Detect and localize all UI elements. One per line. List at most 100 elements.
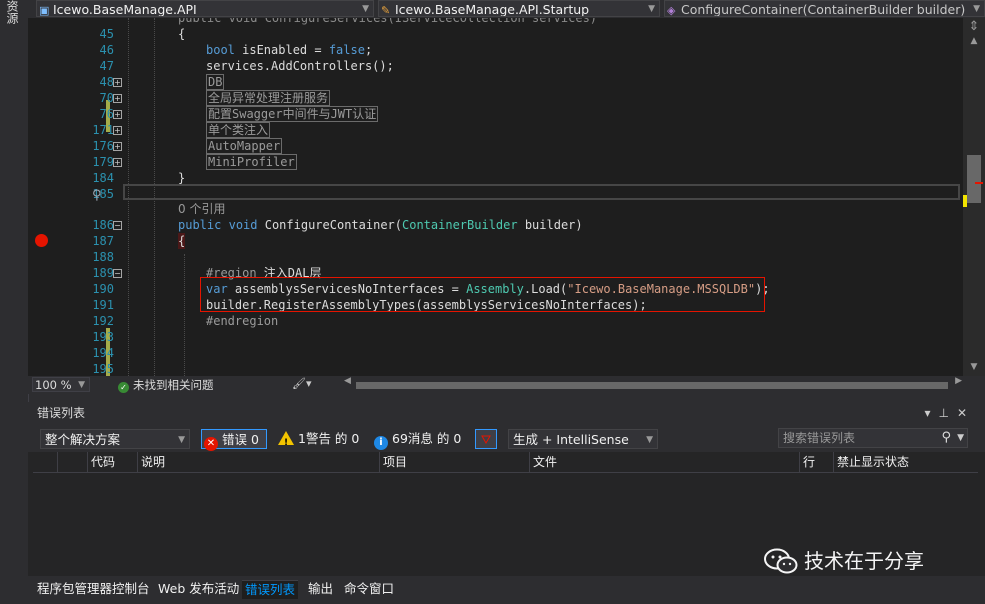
line-number: 186 xyxy=(92,218,114,232)
expand-icon[interactable]: + xyxy=(113,78,122,87)
chevron-down-icon: ▼ xyxy=(178,435,185,445)
pin-icon[interactable]: ⊥ xyxy=(938,406,956,420)
errors-filter-button[interactable]: ✕ 错误 0 xyxy=(201,429,267,451)
tab-package-manager-console[interactable]: 程序包管理器控制台 xyxy=(34,580,153,598)
collapse-icon[interactable]: − xyxy=(113,221,122,230)
column-line[interactable]: 行 xyxy=(799,452,833,472)
left-tool-strip[interactable]: 资源 xyxy=(0,0,29,604)
build-filter-label: 生成 + IntelliSense xyxy=(513,432,629,447)
breakpoint-icon[interactable] xyxy=(35,234,48,247)
class-dropdown[interactable]: ✎ Icewo.BaseManage.API.Startup ▼ xyxy=(378,0,660,17)
warnings-filter-button[interactable]: ! 1警告 的 0 xyxy=(278,429,359,449)
solution-explorer-tab[interactable]: 资源 xyxy=(5,0,21,24)
expand-icon[interactable]: + xyxy=(113,94,122,103)
tab-command-window[interactable]: 命令窗口 xyxy=(341,580,397,598)
collapsed-region-swagger[interactable]: 配置Swagger中间件与JWT认证 xyxy=(206,106,379,122)
filter-icon[interactable]: ⛛ xyxy=(475,429,497,449)
error-search-input[interactable]: 搜索错误列表 ⚲ ▼ xyxy=(778,428,968,448)
code-line-region: MiniProfiler xyxy=(206,154,297,170)
quick-action-icon[interactable]: ⚲ xyxy=(92,188,102,203)
close-icon[interactable]: ✕ xyxy=(957,406,975,420)
code-line-46: { xyxy=(178,26,185,42)
error-list-title: 错误列表 xyxy=(37,406,86,420)
zoom-dropdown[interactable]: 100 % ▼ xyxy=(32,377,90,392)
scroll-up-icon[interactable]: ▲ xyxy=(963,34,985,48)
collapsed-region-singleton[interactable]: 单个类注入 xyxy=(206,122,271,138)
code-line-region: DB xyxy=(206,74,225,90)
scope-dropdown[interactable]: 整个解决方案 ▼ xyxy=(40,429,190,449)
window-buttons: ▾⊥✕ xyxy=(924,402,975,424)
reference-count-codelens[interactable]: 0 个引用 xyxy=(178,201,225,217)
method-icon: ◈ xyxy=(667,4,676,17)
split-icon[interactable]: ⇕ xyxy=(963,20,985,34)
error-list-titlebar: 错误列表 ▾⊥✕ xyxy=(28,402,985,424)
tab-output[interactable]: 输出 xyxy=(305,580,336,598)
expand-icon[interactable]: + xyxy=(113,126,122,135)
expand-icon[interactable]: + xyxy=(113,110,122,119)
scroll-thumb[interactable] xyxy=(967,155,981,203)
code-cleanup-icon[interactable]: 🖌▾ xyxy=(292,377,312,390)
line-number: 45 xyxy=(99,27,114,41)
code-line-47: bool isEnabled = false; xyxy=(206,42,372,58)
class-dropdown-label: Icewo.BaseManage.API.Startup xyxy=(395,2,590,17)
code-editor[interactable]: 45 46 47 48 70 76 171 176 179 184 185 186 187 188 189 1… xyxy=(28,18,963,376)
identifier: isEnabled = xyxy=(234,43,329,57)
vertical-scrollbar[interactable]: ⇕ ▲ ▼ xyxy=(963,18,985,376)
watermark: 技术在于分享 xyxy=(764,545,924,577)
issues-indicator[interactable]: ✓ 未找到相关问题 xyxy=(118,376,214,394)
column-sort-icon[interactable] xyxy=(57,452,87,472)
parameter: builder) xyxy=(517,218,583,232)
chevron-down-icon: ▼ xyxy=(362,4,369,14)
line-number xyxy=(56,202,114,218)
warnings-label: 1警告 的 0 xyxy=(298,431,360,446)
project-dropdown-label: Icewo.BaseManage.API xyxy=(53,2,197,17)
scope-label: 整个解决方案 xyxy=(45,432,121,447)
info-icon: i xyxy=(374,436,388,450)
chevron-down-icon: ▼ xyxy=(648,4,655,14)
build-filter-dropdown[interactable]: 生成 + IntelliSense ▼ xyxy=(508,429,658,449)
expand-icon[interactable]: + xyxy=(113,142,122,151)
csharp-project-icon: ▣ xyxy=(39,4,50,17)
code-line-region: 单个类注入 xyxy=(206,122,271,138)
chevron-down-icon[interactable]: ▼ xyxy=(957,429,964,447)
project-dropdown[interactable]: ▣ Icewo.BaseManage.API ▼ xyxy=(36,0,374,17)
horizontal-scroll-thumb[interactable] xyxy=(356,382,948,389)
column-file[interactable]: 文件 xyxy=(529,452,799,472)
code-line-partial: public void ConfigureServices(IServiceCo… xyxy=(178,18,598,25)
line-number: 48 xyxy=(99,75,114,89)
tab-web-publish[interactable]: Web 发布活动 xyxy=(155,580,242,598)
column-suppression[interactable]: 禁止显示状态 xyxy=(833,452,978,472)
code-line-method: public void ConfigureContainer(Container… xyxy=(178,217,583,233)
collapsed-region-global[interactable]: 全局异常处理注册服务 xyxy=(206,90,331,106)
chevron-down-icon: ▼ xyxy=(78,380,85,390)
collapsed-region-miniprofiler[interactable]: MiniProfiler xyxy=(206,154,297,170)
horizontal-scrollbar[interactable]: ◀ ▶ xyxy=(344,376,962,390)
collapsed-region-db[interactable]: DB xyxy=(206,74,225,90)
method-name: ConfigureContainer( xyxy=(257,218,402,232)
scroll-left-icon[interactable]: ◀ xyxy=(344,376,351,386)
keyword: false xyxy=(328,43,365,57)
collapsed-region-automapper[interactable]: AutoMapper xyxy=(206,138,283,154)
keyword: bool xyxy=(206,43,235,57)
code-line-close: } xyxy=(178,171,186,185)
error-icon: ✕ xyxy=(204,437,218,451)
search-icon[interactable]: ⚲ xyxy=(941,429,951,447)
type-name: ContainerBuilder xyxy=(402,218,518,232)
tab-error-list[interactable]: 错误列表 xyxy=(242,580,299,599)
chevron-down-icon: ▼ xyxy=(646,435,653,445)
expand-icon[interactable]: + xyxy=(113,158,122,167)
editor-status-row: 100 % ▼ ✓ 未找到相关问题 🖌▾ ◀ ▶ xyxy=(28,376,985,394)
code-line-endregion: #endregion xyxy=(206,314,279,328)
column-description[interactable]: 说明 xyxy=(137,452,379,472)
code-line-region: 全局异常处理注册服务 xyxy=(206,90,331,106)
messages-filter-button[interactable]: i 69消息 的 0 xyxy=(374,429,461,450)
column-project[interactable]: 项目 xyxy=(379,452,529,472)
line-number: 185 xyxy=(92,187,114,201)
column-code[interactable]: 代码 xyxy=(87,452,137,472)
watermark-text: 技术在于分享 xyxy=(804,549,924,573)
scroll-down-icon[interactable]: ▼ xyxy=(963,360,985,374)
dropdown-icon[interactable]: ▾ xyxy=(924,406,938,420)
collapse-icon[interactable]: − xyxy=(113,269,122,278)
member-dropdown[interactable]: ◈ ConfigureContainer(ContainerBuilder bui… xyxy=(664,0,985,17)
scroll-right-icon[interactable]: ▶ xyxy=(955,376,962,386)
